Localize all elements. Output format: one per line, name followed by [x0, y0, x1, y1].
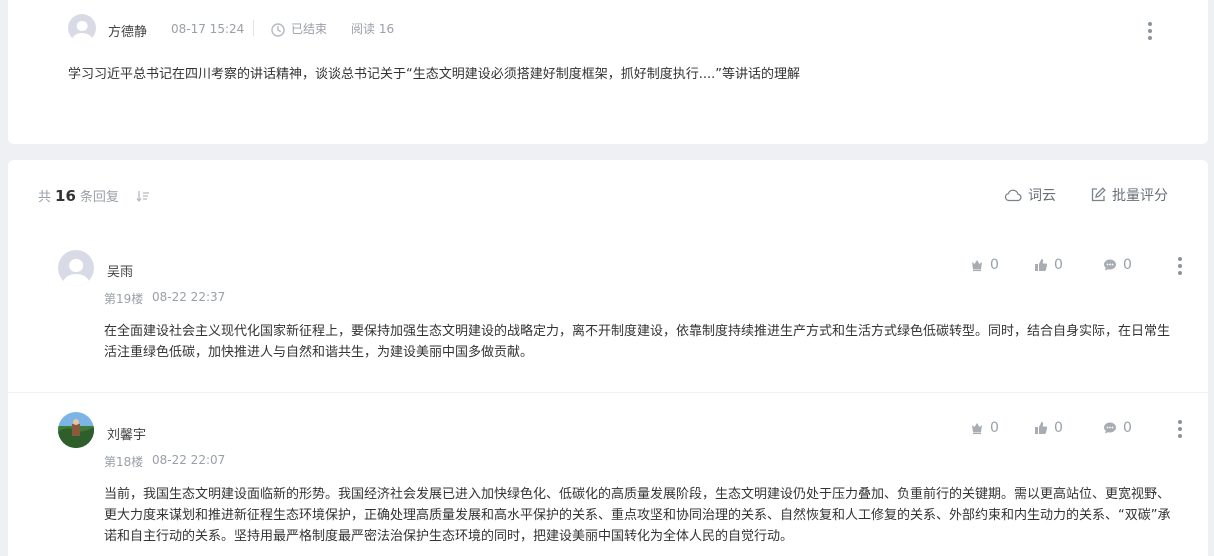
reply-count: 共 16 条回复	[38, 186, 119, 205]
comment-stat[interactable]: 0	[1103, 420, 1132, 436]
cloud-icon	[1004, 189, 1022, 202]
award-icon	[972, 423, 982, 435]
comment-count: 0	[1123, 420, 1132, 436]
topic-more-icon[interactable]	[1148, 22, 1152, 43]
thumbs-up-icon	[1035, 259, 1048, 271]
comment-icon	[1104, 422, 1116, 434]
reply-floor: 第18楼	[104, 455, 144, 469]
wordcloud-button[interactable]: 词云	[1004, 185, 1056, 205]
batch-score-button[interactable]: 批量评分	[1090, 185, 1168, 205]
award-count: 0	[990, 257, 999, 273]
comment-count: 0	[1123, 257, 1132, 273]
reply-more-icon[interactable]	[1178, 420, 1182, 441]
award-stat[interactable]: 0	[970, 420, 999, 436]
clock-icon	[271, 22, 285, 41]
reply-divider	[8, 392, 1208, 393]
batch-score-label: 批量评分	[1112, 188, 1168, 204]
reply-more-icon[interactable]	[1178, 257, 1182, 278]
reply-count-number: 16	[55, 187, 76, 205]
award-stat[interactable]: 0	[970, 257, 999, 273]
reply-author-name[interactable]: 刘馨宇	[107, 424, 146, 443]
comment-icon	[1104, 259, 1116, 271]
sort-icon[interactable]	[136, 188, 150, 207]
reply-author-avatar[interactable]	[58, 250, 94, 286]
topic-card: 方德静 08-17 15:24 已结束 阅读 16 学习习近平总书记在四川考察的…	[8, 0, 1208, 144]
like-count: 0	[1054, 257, 1063, 273]
thumbs-up-icon	[1035, 422, 1048, 434]
reply-content: 在全面建设社会主义现代化国家新征程上，要保持加强生态文明建设的战略定力，离不开制…	[104, 324, 1171, 360]
wordcloud-label: 词云	[1028, 188, 1056, 204]
like-count: 0	[1054, 420, 1063, 436]
divider	[253, 20, 254, 36]
reply-count-suffix: 条回复	[79, 190, 119, 205]
award-icon	[972, 260, 982, 272]
edit-icon	[1091, 187, 1106, 202]
replies-card: 共 16 条回复 词云 批量评分 吴雨 第19楼 08-22 22:37 0 0…	[8, 160, 1208, 556]
reply-time: 08-22 22:07	[152, 453, 226, 467]
topic-status: 已结束	[291, 22, 328, 36]
topic-views: 阅读 16	[351, 22, 395, 36]
topic-content: 学习习近平总书记在四川考察的讲话精神，谈谈总书记关于“生态文明建设必须搭建好制度…	[68, 67, 800, 82]
reply-count-prefix: 共	[38, 190, 52, 205]
topic-time: 08-17 15:24	[171, 22, 245, 36]
topic-author-name[interactable]: 方德静	[108, 21, 147, 40]
reply-floor: 第19楼	[104, 292, 144, 306]
reply-time: 08-22 22:37	[152, 290, 226, 304]
reply-author-avatar[interactable]	[58, 412, 94, 448]
reply-author-name[interactable]: 吴雨	[107, 261, 133, 280]
topic-author-avatar[interactable]	[68, 14, 96, 42]
comment-stat[interactable]: 0	[1103, 257, 1132, 273]
award-count: 0	[990, 420, 999, 436]
reply-content: 当前，我国生态文明建设面临新的形势。我国经济社会发展已进入加快绿色化、低碳化的高…	[104, 487, 1171, 544]
like-stat[interactable]: 0	[1034, 257, 1063, 273]
like-stat[interactable]: 0	[1034, 420, 1063, 436]
